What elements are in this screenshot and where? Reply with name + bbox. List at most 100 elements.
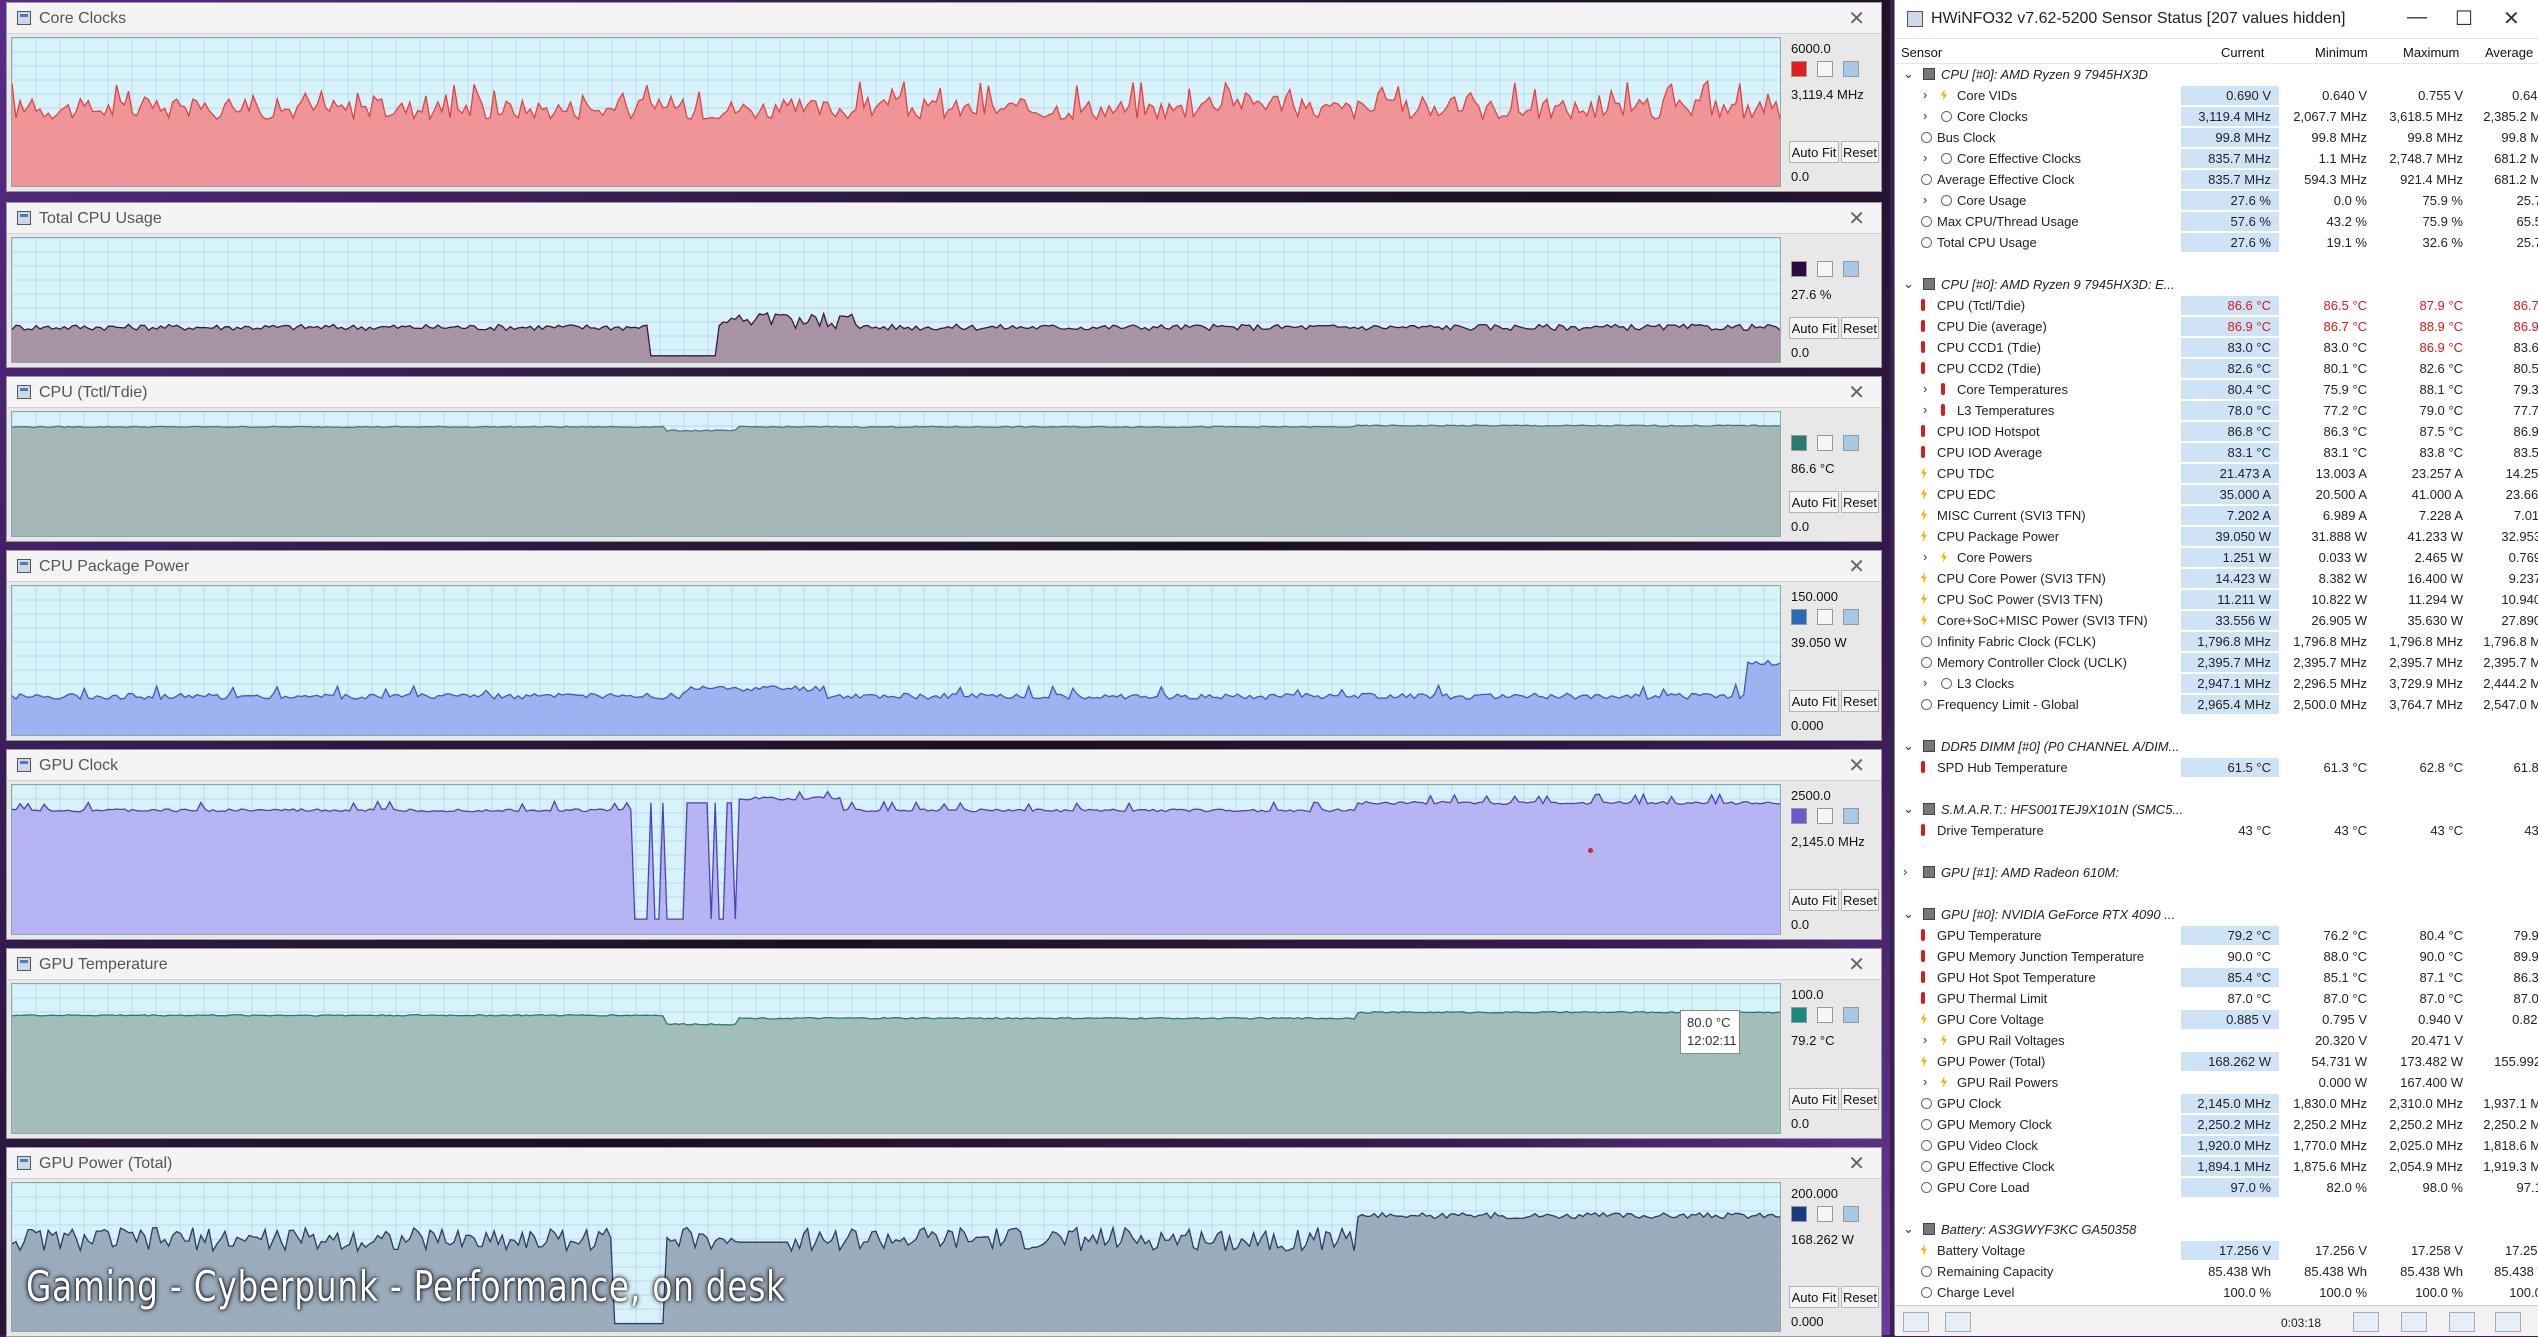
- close-icon[interactable]: ✕: [1848, 206, 1865, 231]
- swatch-blank[interactable]: [1817, 1206, 1833, 1222]
- close-icon[interactable]: ✕: [1848, 952, 1865, 977]
- sensor-row[interactable]: SPD Hub Temperature 61.5 °C 61.3 °C 62.8 °C…: [1895, 757, 2538, 778]
- nav-right-icon[interactable]: [1945, 1312, 1971, 1332]
- reset-button[interactable]: Reset: [1841, 889, 1879, 911]
- sensor-group[interactable]: ⌄ GPU [#0]: NVIDIA GeForce RTX 4090 ...: [1895, 904, 2538, 925]
- expand-chevron-icon[interactable]: ›: [1923, 402, 1927, 417]
- sensor-row[interactable]: CPU Core Power (SVI3 TFN) 14.423 W 8.382 W…: [1895, 568, 2538, 589]
- sensor-row[interactable]: MISC Current (SVI3 TFN) 7.202 A 6.989 A 7.2…: [1895, 505, 2538, 526]
- expand-chevron-icon[interactable]: ⌄: [1903, 66, 1914, 82]
- sensor-row[interactable]: › L3 Clocks 2,947.1 MHz 2,296.5 MHz 3,729.9 …: [1895, 673, 2538, 694]
- sensor-row[interactable]: Total CPU Usage 27.6 % 19.1 % 32.6 % 25.7 %: [1895, 232, 2538, 253]
- sensor-row[interactable]: GPU Memory Junction Temperature 90.0 °C 88…: [1895, 946, 2538, 967]
- sensor-group[interactable]: ⌄ S.M.A.R.T.: HFS001TEJ9X101N (SMC5...: [1895, 799, 2538, 820]
- sensor-row[interactable]: GPU Power (Total) 168.262 W 54.731 W 173.48…: [1895, 1051, 2538, 1072]
- sensor-row[interactable]: Memory Controller Clock (UCLK) 2,395.7 MH…: [1895, 652, 2538, 673]
- sensor-row[interactable]: CPU TDC 21.473 A 13.003 A 23.257 A 14.252 A: [1895, 463, 2538, 484]
- sensor-row[interactable]: › Core Effective Clocks 835.7 MHz 1.1 MHz 2,…: [1895, 148, 2538, 169]
- sensor-row[interactable]: › Core Powers 1.251 W 0.033 W 2.465 W 0.769 W: [1895, 547, 2538, 568]
- reset-button[interactable]: Reset: [1841, 1088, 1879, 1110]
- sensor-row[interactable]: Frequency Limit - Global 2,965.4 MHz 2,500…: [1895, 694, 2538, 715]
- expand-chevron-icon[interactable]: ›: [1923, 1074, 1927, 1089]
- nav-left-icon[interactable]: [1903, 1312, 1929, 1332]
- sensor-row[interactable]: CPU Die (average) 86.9 °C 86.7 °C 88.9 °C 86…: [1895, 316, 2538, 337]
- series-color-swatch[interactable]: [1791, 1206, 1807, 1222]
- sensor-row[interactable]: › GPU Rail Powers 0.000 W 167.400 W: [1895, 1072, 2538, 1093]
- reset-button[interactable]: Reset: [1841, 690, 1879, 712]
- series-color-swatch[interactable]: [1791, 261, 1807, 277]
- swatch-light[interactable]: [1843, 808, 1859, 824]
- expand-chevron-icon[interactable]: ›: [1923, 381, 1927, 396]
- series-color-swatch[interactable]: [1791, 1007, 1807, 1023]
- sensor-row[interactable]: › Core Temperatures 80.4 °C 75.9 °C 88.1 °C 7…: [1895, 379, 2538, 400]
- series-color-swatch[interactable]: [1791, 808, 1807, 824]
- sensor-row[interactable]: Core+SoC+MISC Power (SVI3 TFN) 33.556 W 26…: [1895, 610, 2538, 631]
- col-current[interactable]: Current: [2221, 45, 2264, 60]
- series-color-swatch[interactable]: [1791, 435, 1807, 451]
- sensor-row[interactable]: Infinity Fabric Clock (FCLK) 1,796.8 MHz 1…: [1895, 631, 2538, 652]
- sensor-row[interactable]: › Core VIDs 0.690 V 0.640 V 0.755 V 0.647 V: [1895, 85, 2538, 106]
- sensor-group[interactable]: › GPU [#1]: AMD Radeon 610M:: [1895, 862, 2538, 883]
- swatch-light[interactable]: [1843, 609, 1859, 625]
- col-average[interactable]: Average: [2485, 45, 2533, 60]
- sensor-row[interactable]: CPU SoC Power (SVI3 TFN) 11.211 W 10.822 W…: [1895, 589, 2538, 610]
- swatch-light[interactable]: [1843, 1007, 1859, 1023]
- sensor-row[interactable]: Average Effective Clock 835.7 MHz 594.3 MH…: [1895, 169, 2538, 190]
- expand-chevron-icon[interactable]: ›: [1923, 87, 1927, 102]
- close-icon[interactable]: ✕: [1848, 554, 1865, 579]
- swatch-blank[interactable]: [1817, 609, 1833, 625]
- expand-chevron-icon[interactable]: ⌄: [1903, 1221, 1914, 1237]
- sensor-row[interactable]: › GPU Rail Voltages 20.320 V 20.471 V: [1895, 1030, 2538, 1051]
- auto-fit-button[interactable]: Auto Fit: [1789, 1088, 1839, 1110]
- minimize-button[interactable]: —: [2407, 6, 2427, 29]
- expand-chevron-icon[interactable]: ›: [1923, 192, 1927, 207]
- swatch-light[interactable]: [1843, 61, 1859, 77]
- expand-chevron-icon[interactable]: ⌄: [1903, 801, 1914, 817]
- auto-fit-button[interactable]: Auto Fit: [1789, 141, 1839, 163]
- close-icon[interactable]: ✕: [1848, 753, 1865, 778]
- series-color-swatch[interactable]: [1791, 609, 1807, 625]
- sensor-row[interactable]: CPU IOD Hotspot 86.8 °C 86.3 °C 87.5 °C 86.9…: [1895, 421, 2538, 442]
- sensor-row[interactable]: CPU Package Power 39.050 W 31.888 W 41.233 …: [1895, 526, 2538, 547]
- sensor-row[interactable]: CPU (Tctl/Tdie) 86.6 °C 86.5 °C 87.9 °C 86.7…: [1895, 295, 2538, 316]
- sensor-row[interactable]: GPU Memory Clock 2,250.2 MHz 2,250.2 MHz 2,…: [1895, 1114, 2538, 1135]
- close-button[interactable]: ✕: [2503, 6, 2520, 31]
- sensor-row[interactable]: GPU Clock 2,145.0 MHz 1,830.0 MHz 2,310.0 M…: [1895, 1093, 2538, 1114]
- sensor-row[interactable]: GPU Effective Clock 1,894.1 MHz 1,875.6 MH…: [1895, 1156, 2538, 1177]
- reset-button[interactable]: Reset: [1841, 1286, 1879, 1308]
- expand-chevron-icon[interactable]: ›: [1903, 864, 1907, 879]
- expand-chevron-icon[interactable]: ⌄: [1903, 738, 1914, 754]
- report-icon[interactable]: [2401, 1312, 2427, 1332]
- sensor-group[interactable]: ⌄ CPU [#0]: AMD Ryzen 9 7945HX3D: [1895, 64, 2538, 85]
- expand-chevron-icon[interactable]: ›: [1923, 1032, 1927, 1047]
- close-sensors-icon[interactable]: [2495, 1312, 2521, 1332]
- sensor-row[interactable]: GPU Core Load 97.0 % 82.0 % 98.0 % 97.1 %: [1895, 1177, 2538, 1198]
- col-sensor[interactable]: Sensor: [1901, 45, 1942, 60]
- swatch-blank[interactable]: [1817, 61, 1833, 77]
- sensor-row[interactable]: Bus Clock 99.8 MHz 99.8 MHz 99.8 MHz 99.8 MH…: [1895, 127, 2538, 148]
- swatch-light[interactable]: [1843, 1206, 1859, 1222]
- sensor-row[interactable]: › L3 Temperatures 78.0 °C 77.2 °C 79.0 °C 77.…: [1895, 400, 2538, 421]
- auto-fit-button[interactable]: Auto Fit: [1789, 1286, 1839, 1308]
- reset-button[interactable]: Reset: [1841, 317, 1879, 339]
- expand-chevron-icon[interactable]: ⌄: [1903, 276, 1914, 292]
- reset-button[interactable]: Reset: [1841, 141, 1879, 163]
- col-maximum[interactable]: Maximum: [2403, 45, 2459, 60]
- swatch-blank[interactable]: [1817, 261, 1833, 277]
- sensor-row[interactable]: Max CPU/Thread Usage 57.6 % 43.2 % 75.9 % 65…: [1895, 211, 2538, 232]
- sensor-group[interactable]: ⌄ DDR5 DIMM [#0] (P0 CHANNEL A/DIM...: [1895, 736, 2538, 757]
- swatch-light[interactable]: [1843, 261, 1859, 277]
- expand-chevron-icon[interactable]: ›: [1923, 675, 1927, 690]
- expand-chevron-icon[interactable]: ⌄: [1903, 906, 1914, 922]
- sensor-row[interactable]: Charge Level 100.0 % 100.0 % 100.0 % 100.0 %: [1895, 1282, 2538, 1303]
- sensor-row[interactable]: CPU CCD2 (Tdie) 82.6 °C 80.1 °C 82.6 °C 80.5…: [1895, 358, 2538, 379]
- auto-fit-button[interactable]: Auto Fit: [1789, 491, 1839, 513]
- clock-icon[interactable]: [2353, 1312, 2379, 1332]
- expand-chevron-icon[interactable]: ›: [1923, 108, 1927, 123]
- expand-chevron-icon[interactable]: ›: [1923, 150, 1927, 165]
- sensor-row[interactable]: CPU IOD Average 83.1 °C 83.1 °C 83.8 °C 83.5…: [1895, 442, 2538, 463]
- sensor-group[interactable]: ⌄ CPU [#0]: AMD Ryzen 9 7945HX3D: E...: [1895, 274, 2538, 295]
- swatch-blank[interactable]: [1817, 435, 1833, 451]
- close-icon[interactable]: ✕: [1848, 1151, 1865, 1176]
- col-minimum[interactable]: Minimum: [2315, 45, 2368, 60]
